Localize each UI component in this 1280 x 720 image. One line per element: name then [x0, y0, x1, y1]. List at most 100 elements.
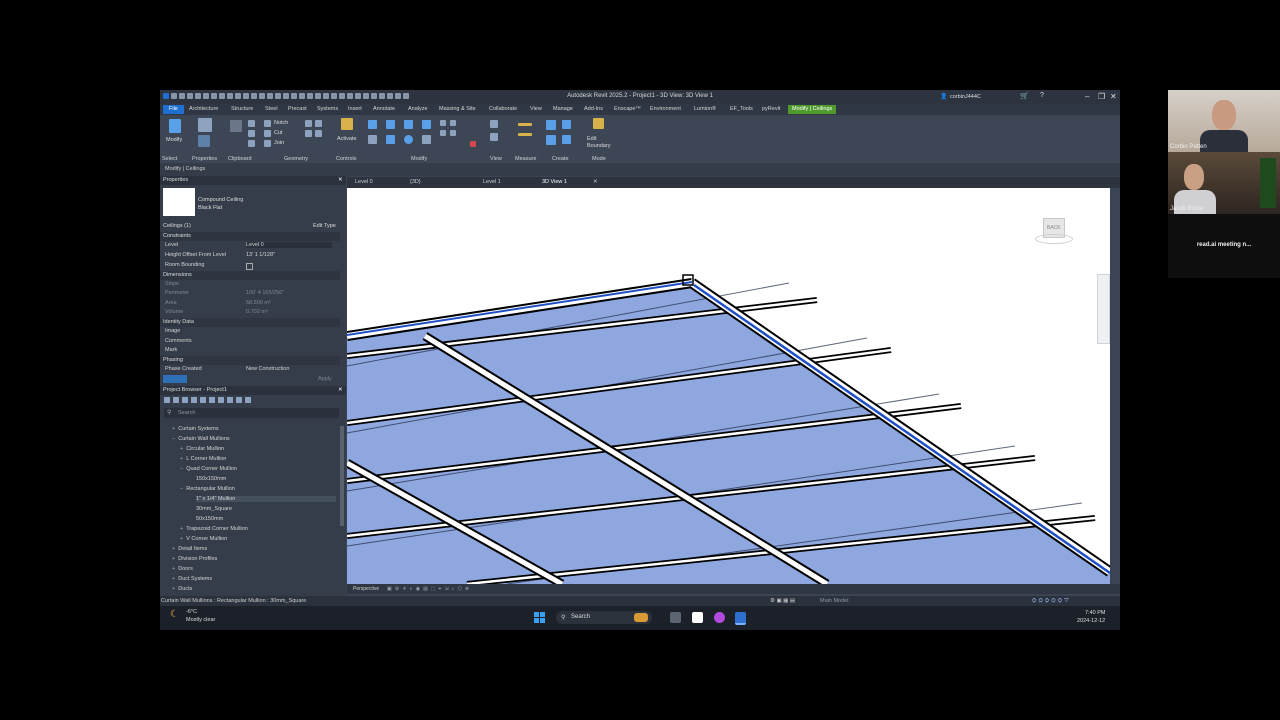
tab-add-ins[interactable]: Add-Ins — [584, 106, 603, 112]
align-icon[interactable] — [368, 120, 377, 129]
trim-icon[interactable] — [422, 135, 431, 144]
prop-phase-value[interactable]: New Construction — [246, 366, 289, 372]
tree-item-division-profiles[interactable]: + Division Profiles — [172, 556, 217, 562]
modify-arrow-icon[interactable] — [169, 119, 181, 133]
view-mode-label[interactable]: Perspective — [353, 586, 379, 592]
close-button[interactable]: ✕ — [1110, 92, 1117, 101]
user-name[interactable]: corbinJ444C — [950, 94, 981, 100]
tab-collaborate[interactable]: Collaborate — [489, 106, 517, 112]
view-tab-close-icon[interactable]: ✕ — [593, 179, 598, 185]
prop-level[interactable]: Level Level 0 — [160, 241, 340, 251]
tab-architecture[interactable]: Architecture — [189, 106, 218, 112]
tab-modify-ceilings[interactable]: Modify | Ceilings — [788, 105, 837, 114]
notion-app-icon[interactable] — [692, 612, 703, 623]
tab-insert[interactable]: Insert — [348, 106, 362, 112]
edit-boundary-label[interactable]: Edit Boundary — [587, 136, 613, 150]
group-constraints[interactable]: Constraints — [160, 232, 340, 241]
browser-search[interactable]: ⚲ Search — [164, 408, 339, 418]
join-label[interactable]: Join — [274, 140, 284, 146]
cart-icon[interactable]: 🛒 — [1020, 92, 1029, 100]
windows-start-icon[interactable] — [534, 612, 545, 623]
tree-item-rectangular-mullion[interactable]: − Rectangular Mullion — [180, 486, 235, 492]
copy-element-icon[interactable] — [386, 135, 395, 144]
geometry-tool-1-icon[interactable] — [305, 120, 312, 127]
clock-date[interactable]: 2024-12-12 — [1077, 618, 1105, 624]
match-icon[interactable] — [248, 140, 255, 147]
group-dimensions[interactable]: Dimensions — [160, 271, 340, 280]
tab-pyrevit[interactable]: pyRevit — [762, 106, 780, 112]
tree-item-doors[interactable]: + Doors — [172, 566, 193, 572]
task-view-icon[interactable] — [670, 612, 681, 623]
geometry-tool-3-icon[interactable] — [305, 130, 312, 137]
mirror-draw-icon[interactable] — [422, 120, 431, 129]
prop-room-bounding[interactable]: Room Bounding — [160, 261, 340, 271]
view-tab-level-1[interactable]: Level 1 — [483, 179, 501, 185]
tree-item-30mm-square[interactable]: 30mm_Square — [196, 506, 232, 512]
tree-item-detail-items[interactable]: + Detail Items — [172, 546, 207, 552]
view-tab-level-0[interactable]: Level 0 — [355, 179, 373, 185]
prop-image[interactable]: Image — [160, 327, 340, 337]
tree-item-curtain-wall-mullions[interactable]: − Curtain Wall Mullions — [172, 436, 230, 442]
apply-button[interactable]: Apply — [318, 376, 332, 382]
geometry-tool-4-icon[interactable] — [315, 130, 322, 137]
app-icon-2[interactable] — [714, 612, 725, 623]
tree-item-v-corner-mullion[interactable]: + V Corner Mullion — [180, 536, 227, 542]
create-assembly-icon[interactable] — [562, 120, 571, 129]
edit-boundary-icon[interactable] — [593, 118, 604, 129]
create-similar-icon[interactable] — [562, 135, 571, 144]
tab-structure[interactable]: Structure — [231, 106, 253, 112]
prop-phase-created[interactable]: Phase Created New Construction — [160, 365, 340, 375]
geometry-tool-2-icon[interactable] — [315, 120, 322, 127]
help-icon[interactable]: ? — [1040, 92, 1044, 99]
worksets-icons[interactable]: ⚙ ▣ ▦ ▤ — [770, 598, 795, 604]
tab-steel[interactable]: Steel — [265, 106, 278, 112]
cut-geometry-icon[interactable] — [264, 130, 271, 137]
tree-item-trapezoid-corner-mullion[interactable]: + Trapezoid Corner Mullion — [180, 526, 248, 532]
cut-label[interactable]: Cut — [274, 130, 283, 136]
mirror-axis-icon[interactable] — [404, 120, 413, 129]
selection-filter-icons[interactable]: ⛭⛭⛭⛭⛭▽ — [1032, 598, 1071, 605]
split-icon[interactable] — [440, 120, 446, 126]
prop-height-offset[interactable]: Height Offset From Level 13' 1 1/128" — [160, 251, 340, 261]
type-subname[interactable]: Black Flat — [198, 205, 222, 211]
weather-icon[interactable]: ☾ — [170, 609, 179, 620]
search-input[interactable]: Search — [178, 410, 195, 416]
weather-text[interactable]: Mostly clear — [186, 617, 215, 623]
join-icon[interactable] — [264, 140, 271, 147]
view-tool-icon[interactable] — [490, 120, 498, 128]
create-group-icon[interactable] — [546, 135, 556, 145]
measure-icon[interactable] — [518, 123, 532, 126]
browser-scrollbar[interactable] — [340, 426, 344, 526]
tab-annotate[interactable]: Annotate — [373, 106, 395, 112]
modify-button-label[interactable]: Modify — [166, 137, 182, 143]
viewcube-label[interactable]: BACK — [1047, 225, 1061, 231]
tab-manage[interactable]: Manage — [553, 106, 573, 112]
maximize-button[interactable]: ❐ — [1098, 92, 1105, 101]
array-icon[interactable] — [450, 120, 456, 126]
delete-icon[interactable] — [470, 141, 476, 147]
tree-item-1x1-4-mullion[interactable]: 1" x 1/4" Mullion — [196, 496, 336, 502]
prop-level-value[interactable]: Level 0 — [246, 242, 332, 248]
view-tab-3d-view-1[interactable]: 3D View 1 — [542, 179, 567, 185]
edit-type-button[interactable]: Edit Type — [313, 223, 336, 229]
browser-close-icon[interactable]: ✕ — [338, 387, 343, 393]
view-tool-2-icon[interactable] — [490, 133, 498, 141]
ribbon-group-select[interactable]: Select — [162, 156, 177, 162]
viewcube[interactable]: BACK — [1035, 218, 1073, 246]
view-control-icons[interactable]: ▣⚙☀◐◉▤⬚⌖⇲⌂⬡⊕ — [387, 586, 472, 592]
type-name[interactable]: Compound Ceiling — [198, 197, 243, 203]
properties-icon[interactable] — [198, 135, 210, 147]
activate-icon[interactable] — [341, 118, 353, 130]
tree-item-50x150mm[interactable]: 50x150mm — [196, 516, 223, 522]
move-icon[interactable] — [368, 135, 377, 144]
notch-icon[interactable] — [264, 120, 271, 127]
pin-icon[interactable] — [450, 130, 456, 136]
tab-systems[interactable]: Systems — [317, 106, 338, 112]
activate-label[interactable]: Activate — [337, 136, 357, 142]
tab-lumion[interactable]: Lumion® — [694, 106, 716, 112]
rotate-icon[interactable] — [404, 135, 413, 144]
dimension-icon[interactable] — [518, 133, 532, 136]
user-icon[interactable]: 👤 — [940, 93, 947, 100]
tree-item-quad-corner-mullion[interactable]: − Quad Corner Mullion — [180, 466, 237, 472]
tab-precast[interactable]: Precast — [288, 106, 307, 112]
